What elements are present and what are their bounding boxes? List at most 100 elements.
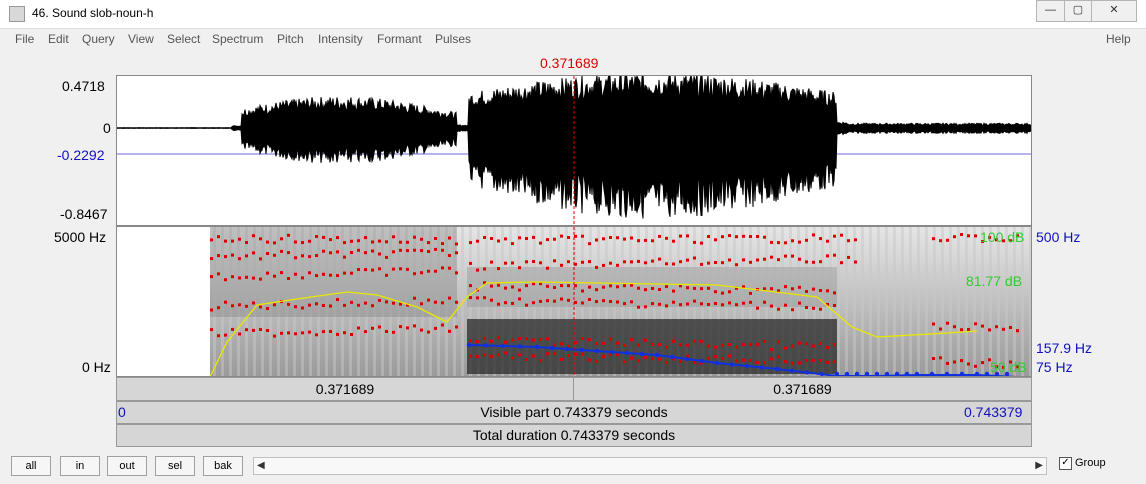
menu-pulses[interactable]: Pulses: [435, 32, 471, 46]
formant-dot: [497, 302, 500, 306]
formant-dot: [252, 251, 255, 255]
formant-dot: [805, 342, 808, 346]
formant-dot: [504, 261, 507, 265]
minimize-icon[interactable]: —: [1036, 0, 1065, 22]
formant-dot: [693, 240, 696, 244]
formant-dot: [518, 288, 521, 292]
formant-dot: [546, 299, 549, 303]
formant-dot: [714, 238, 717, 242]
formant-dot: [1016, 329, 1019, 333]
menu-query[interactable]: Query: [82, 32, 115, 46]
menu-formant[interactable]: Formant: [377, 32, 422, 46]
right-time-segment-value: 0.371689: [773, 381, 832, 397]
formant-dot: [315, 274, 318, 278]
formant-dot: [350, 333, 353, 336]
restore-icon[interactable]: ▢: [1064, 0, 1092, 22]
formant-dot: [693, 339, 696, 343]
formant-dot: [483, 267, 486, 271]
formant-dot: [357, 248, 360, 252]
formant-dot: [518, 236, 521, 240]
formant-dot: [946, 361, 949, 365]
zoom-selection-button[interactable]: sel: [155, 456, 195, 476]
formant-dot: [672, 239, 675, 243]
right-time-segment[interactable]: 0.371689: [573, 377, 1032, 401]
zoom-in-button[interactable]: in: [60, 456, 100, 476]
menu-file[interactable]: File: [15, 32, 34, 46]
formant-dot: [721, 343, 724, 347]
pitch-dot: [609, 349, 615, 355]
formant-dot: [301, 331, 304, 335]
pitch-bottom-label: 75 Hz: [1036, 359, 1073, 375]
menu-pitch[interactable]: Pitch: [277, 32, 304, 46]
formant-dot: [294, 256, 297, 260]
pitch-dot: [594, 348, 600, 354]
formant-dot: [476, 355, 479, 359]
formant-dot: [427, 250, 430, 253]
formant-dot: [981, 324, 984, 328]
formant-dot: [371, 240, 374, 244]
menu-intensity[interactable]: Intensity: [318, 32, 363, 46]
formant-dot: [798, 257, 801, 261]
menu-help[interactable]: Help: [1106, 32, 1131, 46]
group-checkbox[interactable]: ✓: [1059, 457, 1072, 470]
horizontal-scrollbar[interactable]: ◀ ▶: [253, 457, 1047, 475]
formant-dot: [217, 334, 220, 338]
menu-spectrum[interactable]: Spectrum: [212, 32, 263, 46]
formant-dot: [420, 249, 423, 253]
formant-dot: [798, 301, 801, 305]
formant-dot: [749, 358, 752, 362]
zoom-back-button[interactable]: bak: [203, 456, 243, 476]
pitch-dot: [639, 351, 645, 357]
menu-edit[interactable]: Edit: [48, 32, 69, 46]
formant-dot: [791, 287, 794, 291]
waveform-panel[interactable]: [116, 75, 1032, 226]
zoom-out-button[interactable]: out: [107, 456, 147, 476]
formant-dot: [322, 304, 325, 307]
pitch-dot: [744, 363, 750, 369]
close-icon[interactable]: ✕: [1091, 0, 1137, 22]
pitch-dot: [534, 344, 540, 350]
formant-dot: [707, 261, 710, 265]
formant-dot: [490, 237, 493, 240]
formant-dot: [336, 298, 339, 302]
waveform-level-label: -0.2292: [57, 147, 105, 163]
formant-dot: [518, 337, 521, 341]
formant-dot: [287, 233, 290, 237]
formant-dot: [665, 285, 668, 289]
total-duration-segment[interactable]: Total duration 0.743379 seconds: [116, 424, 1032, 447]
formant-dot: [448, 329, 451, 333]
formant-dot: [231, 327, 234, 331]
pitch-dot: [669, 354, 675, 360]
menu-view[interactable]: View: [128, 32, 154, 46]
scroll-right-icon[interactable]: ▶: [1035, 460, 1043, 471]
formant-dot: [693, 360, 696, 364]
left-time-segment[interactable]: 0.371689: [116, 377, 574, 401]
formant-dot: [413, 296, 416, 300]
visible-part-segment[interactable]: Visible part 0.743379 seconds: [116, 401, 1032, 424]
formant-dot: [350, 239, 353, 243]
formant-dot: [974, 364, 977, 368]
formant-dot: [385, 273, 388, 277]
formant-dot: [602, 341, 605, 345]
formant-dot: [469, 339, 472, 343]
menu-select[interactable]: Select: [167, 32, 200, 46]
formant-dot: [490, 339, 493, 343]
scroll-left-icon[interactable]: ◀: [257, 460, 265, 471]
formant-dot: [336, 250, 339, 254]
formant-dot: [616, 300, 619, 304]
formant-dot: [252, 328, 255, 332]
formant-dot: [539, 261, 542, 265]
formant-dot: [658, 234, 661, 238]
formant-dot: [616, 263, 619, 267]
formant-dot: [280, 331, 283, 335]
formant-dot: [497, 267, 500, 271]
formant-dot: [280, 237, 283, 241]
formant-dot: [455, 242, 458, 246]
formant-dot: [245, 304, 248, 308]
formant-dot: [974, 322, 977, 326]
formant-dot: [476, 296, 479, 300]
spectrogram-panel[interactable]: [116, 226, 1032, 377]
zoom-all-button[interactable]: all: [11, 456, 51, 476]
formant-dot: [476, 339, 479, 343]
formant-dot: [287, 302, 290, 306]
